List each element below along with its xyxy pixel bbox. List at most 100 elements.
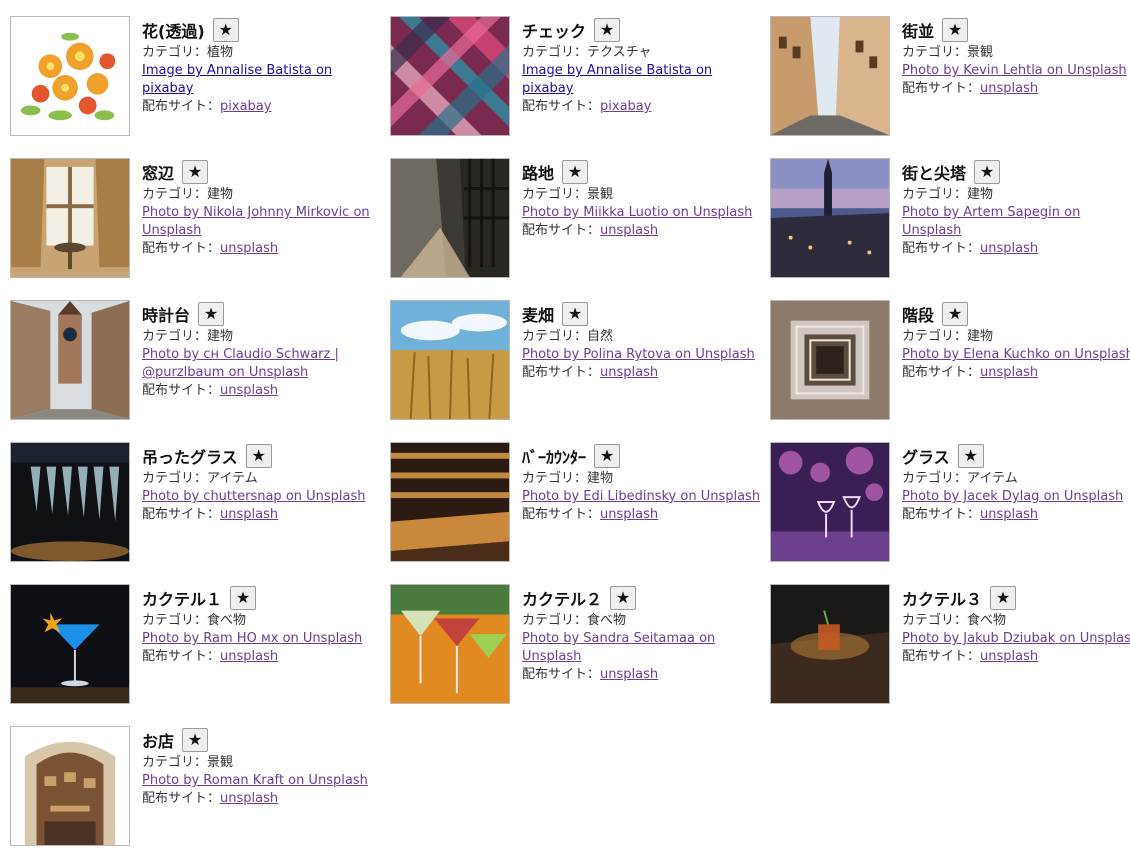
favorite-star-button[interactable]: ★	[594, 18, 621, 42]
favorite-star-button[interactable]: ★	[942, 18, 969, 42]
site-link[interactable]: pixabay	[600, 99, 651, 114]
credit-link[interactable]: Photo by Elena Kuchko on Unsplash	[902, 346, 1130, 364]
site-link[interactable]: unsplash	[600, 507, 658, 522]
favorite-star-button[interactable]: ★	[594, 444, 621, 468]
thumbnail-image[interactable]	[390, 158, 510, 278]
favorite-star-button[interactable]: ★	[562, 160, 589, 184]
credit-link[interactable]: Photo by Nikola Johnny Mirkovic on Unspl…	[142, 204, 382, 240]
credit-link[interactable]: Photo by Polina Rytova on Unsplash	[522, 346, 762, 364]
site-link[interactable]: unsplash	[980, 507, 1038, 522]
site-link[interactable]: unsplash	[980, 649, 1038, 664]
credit-link[interactable]: Photo by Kevin Lehtla on Unsplash	[902, 62, 1130, 80]
credit-link[interactable]: Photo by Miikka Luotio on Unsplash	[522, 204, 762, 222]
title-row: チェック ★	[522, 16, 762, 44]
site-link[interactable]: unsplash	[600, 667, 658, 682]
image-card: グラス ★ カテゴリ：アイテム Photo by Jacek Dylag on Uns…	[770, 442, 1130, 570]
image-card: チェック ★ カテゴリ：テクスチャ Image by Annalise Batista…	[390, 16, 760, 144]
credit-link[interactable]: Photo by Jacek Dylag on Unsplash	[902, 488, 1130, 506]
site-link[interactable]: unsplash	[220, 507, 278, 522]
favorite-star-button[interactable]: ★	[990, 586, 1017, 610]
image-card: 窓辺 ★ カテゴリ：建物 Photo by Nikola Johnny Mirkovi…	[10, 158, 380, 286]
category-label: カテゴリ：	[142, 613, 208, 628]
thumbnail-image[interactable]	[10, 442, 130, 562]
favorite-star-button[interactable]: ★	[182, 728, 209, 752]
site-link[interactable]: unsplash	[220, 383, 278, 398]
title-row: お店 ★	[142, 726, 382, 754]
image-card: カクテル２ ★ カテゴリ：食べ物 Photo by Sandra Seitamaa o…	[390, 584, 760, 712]
credit-link[interactable]: Photo by chuttersnap on Unsplash	[142, 488, 382, 506]
site-label: 配布サイト：	[522, 223, 601, 238]
category-line: カテゴリ：アイテム	[902, 470, 1130, 488]
site-label: 配布サイト：	[142, 99, 221, 114]
site-line: 配布サイト：unsplash	[522, 364, 762, 382]
favorite-star-button[interactable]: ★	[212, 18, 239, 42]
category-line: カテゴリ：建物	[902, 186, 1130, 204]
site-label: 配布サイト：	[522, 365, 601, 380]
thumbnail-image[interactable]	[390, 442, 510, 562]
card-info: ﾊﾞｰｶｳﾝﾀｰ ★ カテゴリ：建物 Photo by Edi Libedinsky …	[522, 442, 762, 524]
favorite-star-button[interactable]: ★	[957, 444, 984, 468]
credit-link[interactable]: Photo by Sandra Seitamaa on Unsplash	[522, 630, 762, 666]
thumbnail-image[interactable]	[390, 300, 510, 420]
credit-link[interactable]: Photo by Roman Kraft on Unsplash	[142, 772, 382, 790]
thumbnail-image[interactable]	[10, 300, 130, 420]
credit-link[interactable]: Photo by Edi Libedinsky on Unsplash	[522, 488, 762, 506]
thumbnail-image[interactable]	[770, 584, 890, 704]
thumbnail-image[interactable]	[10, 726, 130, 846]
title-row: カクテル３ ★	[902, 584, 1130, 612]
category-value: 景観	[587, 187, 614, 202]
category-label: カテゴリ：	[142, 187, 208, 202]
site-label: 配布サイト：	[142, 383, 221, 398]
favorite-star-button[interactable]: ★	[974, 160, 1001, 184]
site-link[interactable]: unsplash	[600, 365, 658, 380]
favorite-star-button[interactable]: ★	[562, 302, 589, 326]
site-link[interactable]: unsplash	[220, 791, 278, 806]
site-label: 配布サイト：	[142, 241, 221, 256]
category-line: カテゴリ：建物	[522, 470, 762, 488]
site-label: 配布サイト：	[522, 667, 601, 682]
thumbnail-image[interactable]	[10, 16, 130, 136]
site-link[interactable]: unsplash	[600, 223, 658, 238]
site-link[interactable]: unsplash	[220, 241, 278, 256]
thumbnail-image[interactable]	[10, 158, 130, 278]
credit-link[interactable]: Photo by Jakub Dziubak on Unsplash	[902, 630, 1130, 648]
favorite-star-button[interactable]: ★	[198, 302, 225, 326]
favorite-star-button[interactable]: ★	[182, 160, 209, 184]
thumbnail-image[interactable]	[770, 16, 890, 136]
thumbnail-image[interactable]	[390, 16, 510, 136]
category-value: アイテム	[207, 471, 258, 486]
thumbnail-image[interactable]	[770, 300, 890, 420]
title-row: 時計台 ★	[142, 300, 382, 328]
thumbnail-image[interactable]	[10, 584, 130, 704]
thumbnail-image[interactable]	[770, 442, 890, 562]
favorite-star-button[interactable]: ★	[230, 586, 257, 610]
favorite-star-button[interactable]: ★	[610, 586, 637, 610]
category-value: 建物	[967, 187, 994, 202]
credit-link[interactable]: Photo by Ram HO ᴍx on Unsplash	[142, 630, 382, 648]
site-label: 配布サイト：	[902, 649, 981, 664]
category-line: カテゴリ：自然	[522, 328, 762, 346]
card-title: 時計台	[142, 306, 191, 325]
site-link[interactable]: unsplash	[980, 241, 1038, 256]
credit-link[interactable]: Image by Annalise Batista on pixabay	[142, 62, 382, 98]
site-link[interactable]: unsplash	[980, 81, 1038, 96]
site-label: 配布サイト：	[142, 507, 221, 522]
credit-link[interactable]: Image by Annalise Batista on pixabay	[522, 62, 762, 98]
image-card: 時計台 ★ カテゴリ：建物 Photo by ᴄʜ Claudio Schwarz |…	[10, 300, 380, 428]
favorite-star-button[interactable]: ★	[245, 444, 272, 468]
site-label: 配布サイト：	[142, 649, 221, 664]
favorite-star-button[interactable]: ★	[942, 302, 969, 326]
category-line: カテゴリ：食べ物	[902, 612, 1130, 630]
site-link[interactable]: unsplash	[220, 649, 278, 664]
credit-link[interactable]: Photo by ᴄʜ Claudio Schwarz | @purzlbaum…	[142, 346, 382, 382]
site-link[interactable]: unsplash	[980, 365, 1038, 380]
category-value: 食べ物	[207, 613, 247, 628]
site-label: 配布サイト：	[522, 99, 601, 114]
card-title: 窓辺	[142, 164, 175, 183]
card-title: ﾊﾞｰｶｳﾝﾀｰ	[522, 448, 587, 467]
credit-link[interactable]: Photo by Artem Sapegin on Unsplash	[902, 204, 1130, 240]
site-link[interactable]: pixabay	[220, 99, 271, 114]
thumbnail-image[interactable]	[770, 158, 890, 278]
category-label: カテゴリ：	[902, 471, 968, 486]
thumbnail-image[interactable]	[390, 584, 510, 704]
